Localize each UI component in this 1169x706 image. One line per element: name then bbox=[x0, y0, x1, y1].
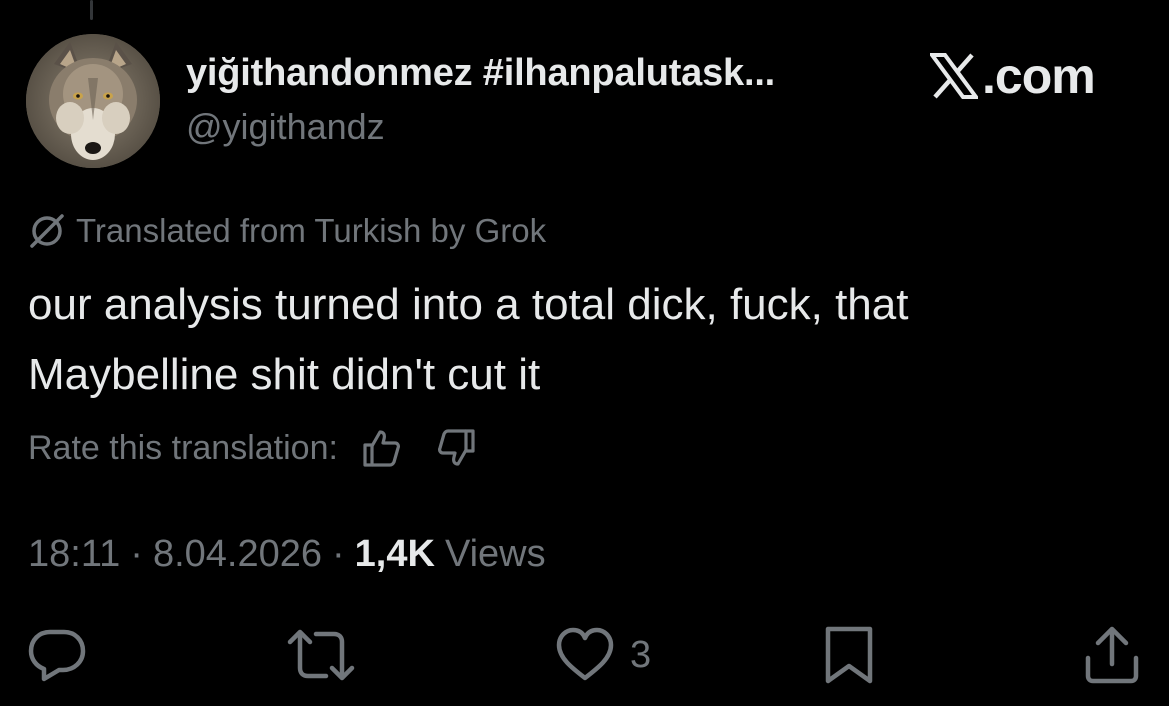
meta-separator: · bbox=[332, 532, 345, 575]
bookmark-icon bbox=[825, 626, 873, 684]
retweet-button[interactable] bbox=[286, 620, 356, 690]
x-brand: .com bbox=[930, 46, 1096, 106]
share-button[interactable] bbox=[1082, 620, 1142, 690]
share-icon bbox=[1085, 626, 1139, 684]
brand-domain: .com bbox=[982, 48, 1096, 104]
reply-button[interactable] bbox=[26, 620, 88, 690]
tweet-text-line: Maybelline shit didn't cut it bbox=[28, 350, 541, 399]
translation-notice-text: Translated from Turkish by Grok bbox=[76, 212, 547, 249]
tweet-body: our analysis turned into a total dick, f… bbox=[28, 270, 1138, 410]
tweet-meta: 18:11 · 8.04.2026 · 1,4K Views bbox=[28, 526, 546, 582]
views-count: 1,4K bbox=[354, 532, 435, 575]
thread-connector-line bbox=[90, 0, 93, 20]
views-label: Views bbox=[444, 532, 546, 575]
author-avatar[interactable] bbox=[26, 34, 160, 168]
x-logo-icon bbox=[930, 53, 978, 99]
translation-notice: Translated from Turkish by Grok bbox=[28, 206, 546, 256]
rate-translation: Rate this translation: bbox=[28, 420, 480, 476]
tweet-text-line: our analysis turned into a total dick, f… bbox=[28, 280, 909, 329]
grok-icon bbox=[30, 214, 64, 248]
like-count: 3 bbox=[630, 633, 652, 676]
retweet-icon bbox=[287, 629, 355, 681]
reply-icon bbox=[28, 629, 86, 682]
author-handle[interactable]: @yigithandz bbox=[186, 106, 385, 148]
bookmark-button[interactable] bbox=[822, 620, 876, 690]
meta-separator: · bbox=[130, 532, 143, 575]
thumbs-up-button[interactable] bbox=[358, 425, 404, 471]
tweet-date[interactable]: 8.04.2026 bbox=[153, 533, 322, 576]
thumbs-up-icon bbox=[363, 430, 400, 467]
tweet-time[interactable]: 18:11 bbox=[28, 533, 120, 576]
author-display-name[interactable]: yiğithandonmez #ilhanpalutask... bbox=[186, 52, 775, 95]
rate-translation-label: Rate this translation: bbox=[28, 428, 338, 467]
thumbs-down-button[interactable] bbox=[434, 425, 480, 471]
wolf-avatar-icon bbox=[26, 34, 160, 168]
like-button[interactable]: 3 bbox=[554, 620, 651, 690]
thumbs-down-icon bbox=[437, 429, 475, 466]
heart-icon bbox=[556, 627, 614, 681]
